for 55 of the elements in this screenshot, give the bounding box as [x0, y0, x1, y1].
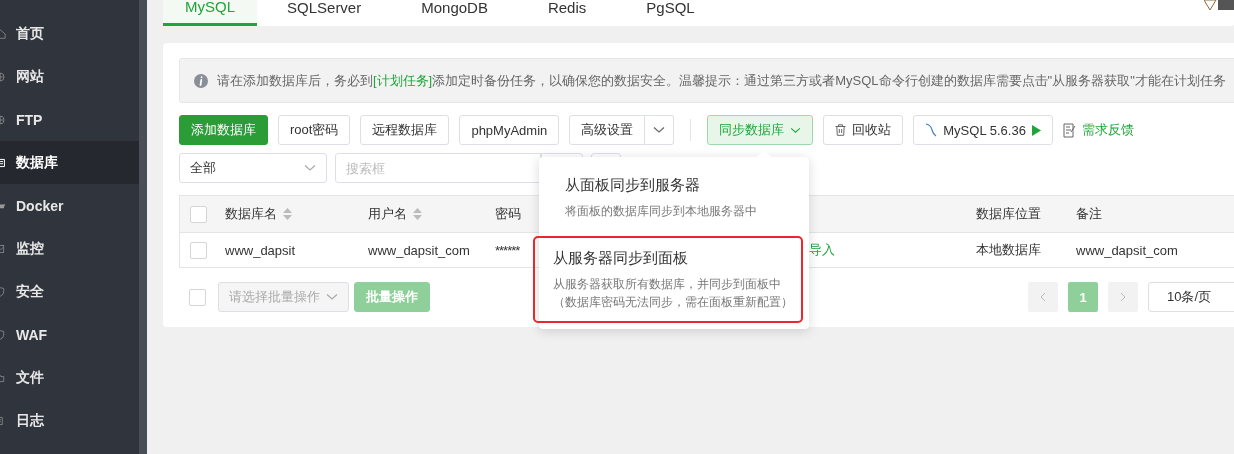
table-cell: 本地数据库: [966, 232, 1066, 268]
menu-item[interactable]: 从面板同步到服务器 将面板的数据库同步到本地服务器中: [539, 165, 810, 232]
column-header: 数据库位置: [976, 205, 1041, 223]
caret-icon: [653, 126, 666, 134]
note-icon: [1062, 122, 1076, 138]
checkbox[interactable]: [190, 205, 207, 223]
checkbox[interactable]: [190, 241, 207, 259]
chevron-right-icon: [1120, 292, 1126, 302]
table-cell: ******: [495, 242, 520, 258]
sidebar-item[interactable]: 首页: [0, 12, 139, 55]
next-page-button[interactable]: [1108, 282, 1138, 312]
sidebar-item[interactable]: 网站: [0, 55, 139, 98]
column-header: 备注: [1076, 205, 1102, 223]
notice-text: 请在添加数据库后，务必到[计划任务]添加定时备份任务，以确保您的数据安全。温馨提示：通过第三方或者MySQL命令行创建的数据库需要点击"从服务器获取"才能在计划任务: [217, 71, 1226, 90]
sort-icon: [283, 208, 292, 220]
checkbox[interactable]: [189, 288, 206, 306]
mysql-version-button[interactable]: MySQL 5.6.36: [913, 115, 1053, 145]
menu-item-description: 将面板的数据库同步到本地服务器中: [565, 203, 759, 220]
menu-item[interactable]: 从服务器同步到面板 从服务器获取所有数据库，并同步到面板中 （数据库密码无法同步，需在面板重新配置）: [533, 236, 804, 323]
menu-item-title: 从服务器同步到面板: [553, 249, 690, 268]
dolphin-icon: [925, 123, 938, 137]
previous-page-button[interactable]: [1028, 282, 1058, 312]
play-icon: [1031, 124, 1041, 136]
sidebar-item[interactable]: 日志: [0, 399, 139, 442]
info-icon: [194, 73, 208, 88]
sort-icon: [413, 208, 422, 220]
caret-icon: [790, 126, 802, 134]
column-header: 密码: [495, 205, 521, 223]
sidebar-item[interactable]: 监控: [0, 227, 139, 270]
chevron-left-icon: [1040, 292, 1046, 302]
toolbar-button[interactable]: root密码: [278, 115, 351, 145]
sidebar-item[interactable]: FTP: [0, 98, 139, 141]
table-cell: www_dapsit_com: [1066, 232, 1234, 268]
table-cell: www_dapsit: [215, 232, 358, 268]
add-database-button[interactable]: 添加数据库: [179, 115, 268, 145]
sidebar-item[interactable]: 文件: [0, 356, 139, 399]
filter-select[interactable]: 全部: [179, 153, 327, 183]
sidebar-item[interactable]: Docker: [0, 184, 139, 227]
recycle-bin-button[interactable]: 回收站: [823, 115, 904, 145]
advanced-settings-button[interactable]: 高级设置: [569, 115, 646, 145]
page-size-select[interactable]: 10条/页: [1148, 282, 1234, 312]
sidebar-item[interactable]: 数据库: [0, 141, 139, 184]
menu-item-description: （数据库密码无法同步，需在面板重新配置）: [553, 294, 790, 311]
sidebar-item[interactable]: WAF: [0, 313, 139, 356]
sidebar-item[interactable]: 安全: [0, 270, 139, 313]
caret-icon: [304, 164, 316, 172]
table-cell: www_dapsit_com: [358, 232, 485, 268]
menu-item-description: 从服务器获取所有数据库，并同步到面板中: [553, 276, 783, 293]
toolbar-button[interactable]: 远程数据库: [360, 115, 450, 145]
trash-icon: [835, 124, 847, 136]
toolbar-button[interactable]: phpMyAdmin: [459, 115, 560, 145]
search-field[interactable]: 搜索框: [335, 153, 541, 183]
caret-icon: [326, 293, 338, 301]
menu-item-title: 从面板同步到服务器: [565, 176, 702, 195]
dropdown-button[interactable]: [645, 115, 675, 145]
